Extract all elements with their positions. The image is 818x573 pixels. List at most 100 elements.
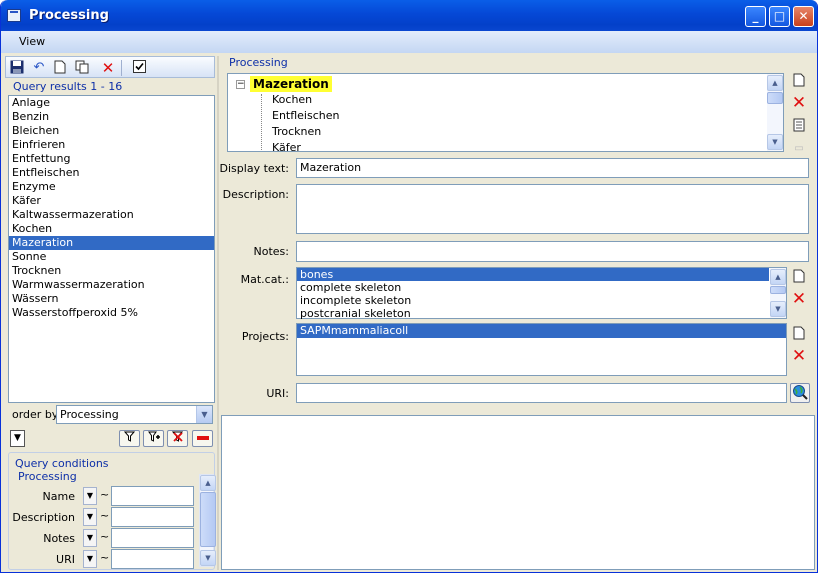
description-label: Description: <box>222 188 289 201</box>
condition-label: Notes <box>43 532 75 545</box>
query-result-item[interactable]: Anlage <box>9 96 214 110</box>
processing-tree[interactable]: − Mazeration Kochen Entfleischen Trockne… <box>227 73 784 152</box>
tree-scrollbar[interactable]: ▲ ▼ <box>767 74 783 151</box>
order-by-label: order by: <box>12 408 62 421</box>
mat-cat-list[interactable]: bones complete skeleton incomplete skele… <box>296 267 787 320</box>
condition-operator: ~ <box>100 488 110 501</box>
title-bar[interactable]: Processing _ □ ✕ <box>1 0 817 31</box>
query-conditions-caption: Query conditions <box>15 457 109 470</box>
copy-icon[interactable] <box>74 60 90 76</box>
notes-input[interactable] <box>296 241 809 262</box>
minimize-button[interactable]: _ <box>745 6 766 27</box>
new-icon[interactable] <box>52 60 68 76</box>
delete-icon[interactable]: ✕ <box>790 347 808 365</box>
delete-icon[interactable]: ✕ <box>100 60 116 76</box>
query-result-item[interactable]: Enzyme <box>9 180 214 194</box>
query-result-item[interactable]: Wässern <box>9 292 214 306</box>
scroll-down-icon[interactable]: ▼ <box>767 134 783 150</box>
document-icon[interactable] <box>790 118 808 136</box>
operator-dropdown[interactable]: ▼ <box>83 487 97 505</box>
undo-icon[interactable]: ↶ <box>31 60 47 76</box>
maximize-button[interactable]: □ <box>769 6 790 27</box>
query-result-item[interactable]: Einfrieren <box>9 138 214 152</box>
delete-icon[interactable]: ✕ <box>790 94 808 112</box>
query-result-item[interactable]: Warmwassermazeration <box>9 278 214 292</box>
tree-root-node[interactable]: Mazeration <box>250 76 332 92</box>
query-result-item[interactable]: Kochen <box>9 222 214 236</box>
clear-filter-button[interactable] <box>167 430 188 447</box>
new-icon[interactable] <box>790 326 808 344</box>
name-condition-input[interactable] <box>111 486 194 506</box>
scroll-up-icon[interactable]: ▲ <box>767 75 783 91</box>
remove-button[interactable] <box>192 430 213 447</box>
query-result-item[interactable]: Sonne <box>9 250 214 264</box>
query-result-item[interactable]: Wasserstoffperoxid 5% <box>9 306 214 320</box>
query-result-item[interactable]: Benzin <box>9 110 214 124</box>
check-icon[interactable] <box>131 60 147 76</box>
menu-view[interactable]: View <box>19 35 45 48</box>
query-result-item[interactable]: Mazeration <box>9 236 214 250</box>
expand-conditions-button[interactable]: ▼ <box>10 430 25 447</box>
query-result-item[interactable]: Entfleischen <box>9 166 214 180</box>
query-result-item[interactable]: Käfer <box>9 194 214 208</box>
scroll-thumb[interactable] <box>200 492 216 547</box>
scroll-thumb[interactable] <box>770 286 786 294</box>
left-panel: ↶ ✕ Query results 1 - 16 Anlage Benzin Ble… <box>5 56 216 570</box>
operator-dropdown[interactable]: ▼ <box>83 508 97 526</box>
list-item[interactable]: complete skeleton <box>297 281 786 294</box>
close-button[interactable]: ✕ <box>793 6 814 27</box>
scroll-up-icon[interactable]: ▲ <box>770 269 786 285</box>
query-results-caption: Query results 1 - 16 <box>13 80 123 93</box>
globe-search-icon[interactable] <box>790 383 810 403</box>
filter-button[interactable] <box>119 430 140 447</box>
condition-row-name: Name ▼ ~ <box>9 486 199 506</box>
scroll-up-icon[interactable]: ▲ <box>200 475 216 491</box>
display-text-input[interactable]: Mazeration <box>296 158 809 178</box>
operator-dropdown[interactable]: ▼ <box>83 529 97 547</box>
mat-cat-scrollbar[interactable]: ▲ ▼ <box>770 268 786 318</box>
add-filter-button[interactable] <box>143 430 164 447</box>
list-item[interactable]: postcranial skeleton <box>297 307 786 320</box>
tree-child-node[interactable]: Kochen <box>272 93 312 106</box>
save-icon[interactable] <box>9 60 25 76</box>
list-item[interactable]: incomplete skeleton <box>297 294 786 307</box>
new-icon[interactable] <box>790 269 808 287</box>
uri-condition-input[interactable] <box>111 549 194 569</box>
tree-child-node[interactable]: Trocknen <box>272 125 321 138</box>
tree-child-node[interactable]: Käfer <box>272 141 301 151</box>
scroll-down-icon[interactable]: ▼ <box>770 301 786 317</box>
toolbar: ↶ ✕ <box>5 56 215 78</box>
new-icon[interactable] <box>790 73 808 91</box>
conditions-scrollbar[interactable]: ▲ ▼ <box>199 474 216 567</box>
scroll-thumb[interactable] <box>767 92 783 104</box>
uri-label: URI: <box>266 387 289 400</box>
description-input[interactable] <box>296 184 809 234</box>
delete-icon[interactable]: ✕ <box>790 290 808 308</box>
filter-clear-icon <box>171 431 183 442</box>
notes-condition-input[interactable] <box>111 528 194 548</box>
tree-child-node[interactable]: Entfleischen <box>272 109 339 122</box>
query-results-list[interactable]: Anlage Benzin Bleichen Einfrieren Entfettung… <box>8 95 215 403</box>
query-result-item[interactable]: Bleichen <box>9 124 214 138</box>
projects-list[interactable]: SAPMmammaliacoll <box>296 323 787 376</box>
menu-bar: View <box>1 31 817 53</box>
operator-dropdown[interactable]: ▼ <box>83 550 97 568</box>
uri-input[interactable] <box>296 383 787 403</box>
filter-add-icon <box>147 431 160 442</box>
query-result-item[interactable]: Kaltwassermazeration <box>9 208 214 222</box>
order-by-select[interactable]: Processing ▼ <box>56 405 213 424</box>
toolbar-separator <box>121 60 122 76</box>
collapse-icon[interactable]: − <box>236 80 245 89</box>
link-icon: ▭ <box>794 143 804 154</box>
list-item[interactable]: bones <box>297 268 769 281</box>
notes-label: Notes: <box>253 245 289 258</box>
list-item[interactable]: SAPMmammaliacoll <box>297 324 786 338</box>
scroll-down-icon[interactable]: ▼ <box>200 550 216 566</box>
query-result-item[interactable]: Entfettung <box>9 152 214 166</box>
window-title: Processing <box>29 8 109 23</box>
right-panel: Processing − Mazeration Kochen Entfleisc… <box>219 56 815 413</box>
query-result-item[interactable]: Trocknen <box>9 264 214 278</box>
condition-operator: ~ <box>100 551 110 564</box>
chevron-down-icon[interactable]: ▼ <box>196 406 212 423</box>
description-condition-input[interactable] <box>111 507 194 527</box>
